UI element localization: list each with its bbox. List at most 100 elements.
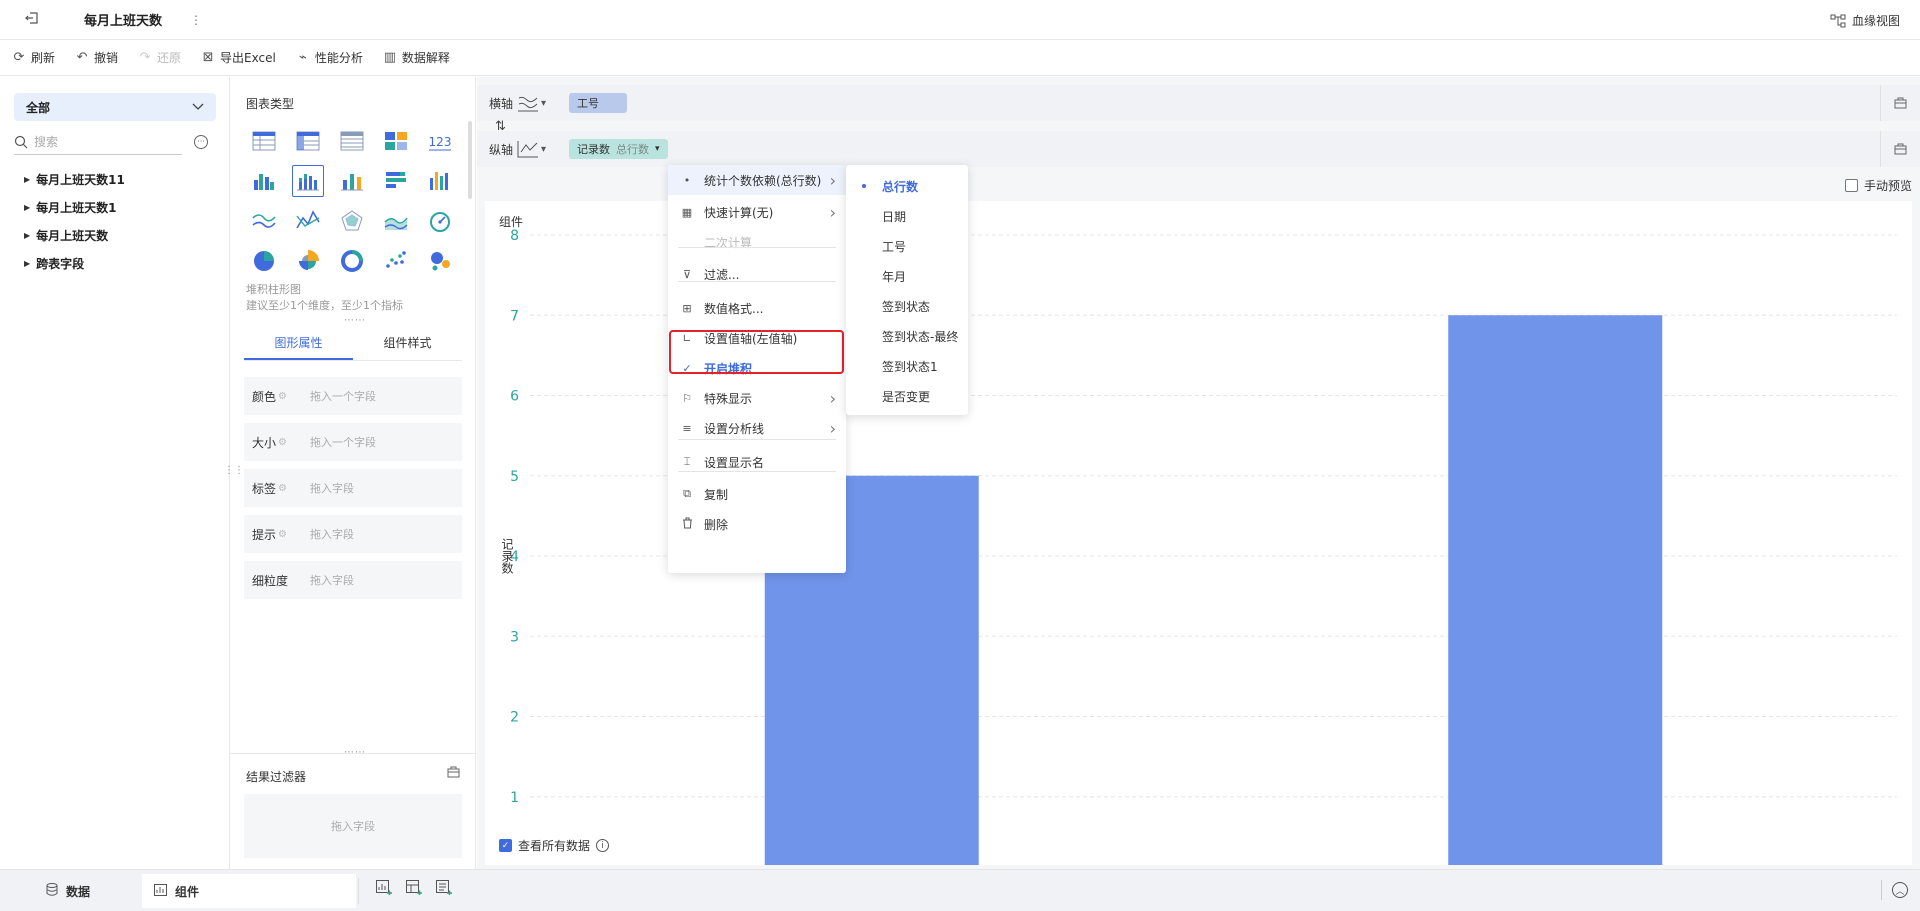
divider: [1881, 880, 1882, 900]
submenu-item[interactable]: 签到状态: [846, 291, 968, 321]
collapse-up-icon[interactable]: ︿: [1892, 882, 1908, 898]
submenu-item[interactable]: 签到状态-最终: [846, 321, 968, 351]
chart-type-horizontal-bar[interactable]: [374, 161, 418, 201]
chart-type-scatter[interactable]: [374, 241, 418, 281]
submenu-item[interactable]: 年月: [846, 261, 968, 291]
submenu-item[interactable]: 是否变更: [846, 381, 968, 411]
info-icon[interactable]: i: [596, 839, 610, 852]
chart-type-kpi-block[interactable]: [374, 121, 418, 161]
tree-item[interactable]: ▶ 每月上班天数: [24, 221, 125, 249]
checkbox[interactable]: [1844, 179, 1858, 192]
mark-tooltip[interactable]: 提示 ⚙ 拖入字段: [244, 515, 462, 553]
mark-label[interactable]: 标签 ⚙ 拖入字段: [244, 469, 462, 507]
add-component-icon[interactable]: [376, 880, 392, 899]
x-axis-type-icon[interactable]: ▾: [517, 94, 557, 112]
y-field-pill[interactable]: 记录数 总行数 ▾: [569, 139, 668, 159]
chart-hint-name: 堆积柱形图: [246, 283, 301, 296]
y-tick-label: 5: [510, 469, 519, 485]
export-excel-button[interactable]: ⊠ 导出Excel: [201, 49, 276, 66]
submenu-item[interactable]: 签到状态1: [846, 351, 968, 381]
checkbox-checked[interactable]: ✓: [499, 839, 512, 852]
add-report-icon[interactable]: [436, 880, 452, 899]
chart-type-rose-chart[interactable]: [286, 241, 330, 281]
performance-button[interactable]: ⌁ 性能分析: [296, 49, 363, 66]
context-menu-item[interactable]: ⚐ 特殊显示 ›: [668, 383, 846, 413]
result-filter-dropzone[interactable]: 拖入字段: [244, 794, 462, 858]
submenu-item[interactable]: 日期: [846, 201, 968, 231]
y-axis-type-icon[interactable]: ▾: [517, 140, 557, 158]
context-menu-item[interactable]: ⌶ 设置显示名: [668, 447, 846, 477]
scope-select[interactable]: 全部: [14, 93, 216, 121]
chart-type-number[interactable]: 123: [418, 121, 462, 161]
field-tree: ▶ 每月上班天数11 ▶ 每月上班天数1 ▶ 每月上班天数 ▶ 跨表字段: [24, 165, 125, 277]
highlight-annotation: [669, 330, 844, 374]
add-dashboard-icon[interactable]: [406, 880, 422, 899]
chart-type-area-chart[interactable]: [374, 201, 418, 241]
tree-item[interactable]: ▶ 每月上班天数1: [24, 193, 125, 221]
submenu-item[interactable]: 工号: [846, 231, 968, 261]
property-tabs: 图形属性 组件样式: [244, 327, 462, 361]
chart-type-table[interactable]: [242, 121, 286, 161]
data-explain-button[interactable]: ▥ 数据解释: [383, 49, 450, 66]
context-menu-item[interactable]: ⊞ 数值格式...: [668, 293, 846, 323]
kpi-block-icon: [385, 132, 407, 150]
chart-type-stacked-bar[interactable]: [286, 161, 330, 201]
page-title: 每月上班天数: [84, 14, 163, 29]
redo-button[interactable]: ↷ 还原: [138, 49, 181, 66]
view-all-data-toggle[interactable]: ✓ 查看所有数据 i: [499, 837, 610, 854]
chart-type-detail-table[interactable]: [330, 121, 374, 161]
gear-icon[interactable]: ⚙: [278, 437, 287, 448]
tree-item[interactable]: ▶ 每月上班天数11: [24, 165, 125, 193]
gear-icon[interactable]: ⚙: [278, 391, 287, 402]
context-menu-item[interactable]: 二次计算: [668, 227, 846, 257]
mark-color[interactable]: 颜色 ⚙ 拖入一个字段: [244, 377, 462, 415]
gear-icon[interactable]: ⚙: [278, 529, 287, 540]
exit-icon[interactable]: [0, 10, 64, 29]
calculator-icon: ▦: [681, 205, 693, 219]
submenu-item[interactable]: 总行数: [846, 171, 968, 201]
chart-type-multi-line[interactable]: [286, 201, 330, 241]
search-input[interactable]: [34, 134, 164, 149]
context-menu-item[interactable]: • 统计个数依赖(总行数) ›: [668, 165, 846, 195]
mark-size[interactable]: 大小 ⚙ 拖入一个字段: [244, 423, 462, 461]
gear-icon[interactable]: ⚙: [278, 483, 287, 494]
context-menu-item[interactable]: ▦ 快速计算(无) ›: [668, 197, 846, 227]
chart-type-cross-table[interactable]: [286, 121, 330, 161]
mark-granularity[interactable]: 细粒度 拖入字段: [244, 561, 462, 599]
refresh-button[interactable]: ⟳ 刷新: [12, 49, 55, 66]
more-vertical-icon[interactable]: ⋮: [190, 13, 202, 27]
svg-text:123: 123: [429, 135, 452, 149]
rename-icon: ⌶: [683, 455, 691, 468]
tab-data[interactable]: 数据: [34, 874, 144, 908]
tab-graphic-properties[interactable]: 图形属性: [244, 327, 353, 360]
lineage-view-button[interactable]: 血缘视图: [1830, 12, 1900, 29]
context-menu-item[interactable]: ⊽ 过滤...: [668, 259, 846, 289]
chart-type-bubble[interactable]: [418, 241, 462, 281]
chart-type-multi-bar[interactable]: [418, 161, 462, 201]
tab-component[interactable]: 组件: [142, 874, 356, 908]
y-tick-label: 3: [510, 629, 519, 645]
chart-type-gauge[interactable]: [418, 201, 462, 241]
chart-type-line-chart[interactable]: [242, 201, 286, 241]
context-menu-item[interactable]: 删除: [668, 509, 846, 539]
toolbox-icon[interactable]: [447, 766, 460, 781]
chart-type-pie-chart[interactable]: [242, 241, 286, 281]
donut-chart-icon: [341, 250, 363, 272]
toolbox-icon[interactable]: [1880, 131, 1920, 167]
toolbox-icon[interactable]: [1880, 85, 1920, 121]
chart-type-donut-chart[interactable]: [330, 241, 374, 281]
y-tick-label: 2: [510, 710, 519, 726]
x-field-pill[interactable]: 工号: [569, 93, 627, 113]
chart-type-bar-chart[interactable]: [330, 161, 374, 201]
chart-type-grouped-bar[interactable]: [242, 161, 286, 201]
manual-preview-toggle[interactable]: 手动预览: [1844, 177, 1912, 194]
more-options-icon[interactable]: ···: [194, 135, 208, 149]
data-explain-icon: ▥: [383, 50, 396, 65]
tree-item[interactable]: ▶ 跨表字段: [24, 249, 125, 277]
undo-button[interactable]: ↶ 撤销: [75, 49, 118, 66]
drag-handle[interactable]: ⋯⋯: [344, 315, 366, 326]
chart-type-scrollbar[interactable]: [468, 121, 472, 199]
tab-component-style[interactable]: 组件样式: [353, 327, 462, 360]
context-menu-item[interactable]: ⧉ 复制: [668, 479, 846, 509]
chart-type-radar[interactable]: [330, 201, 374, 241]
